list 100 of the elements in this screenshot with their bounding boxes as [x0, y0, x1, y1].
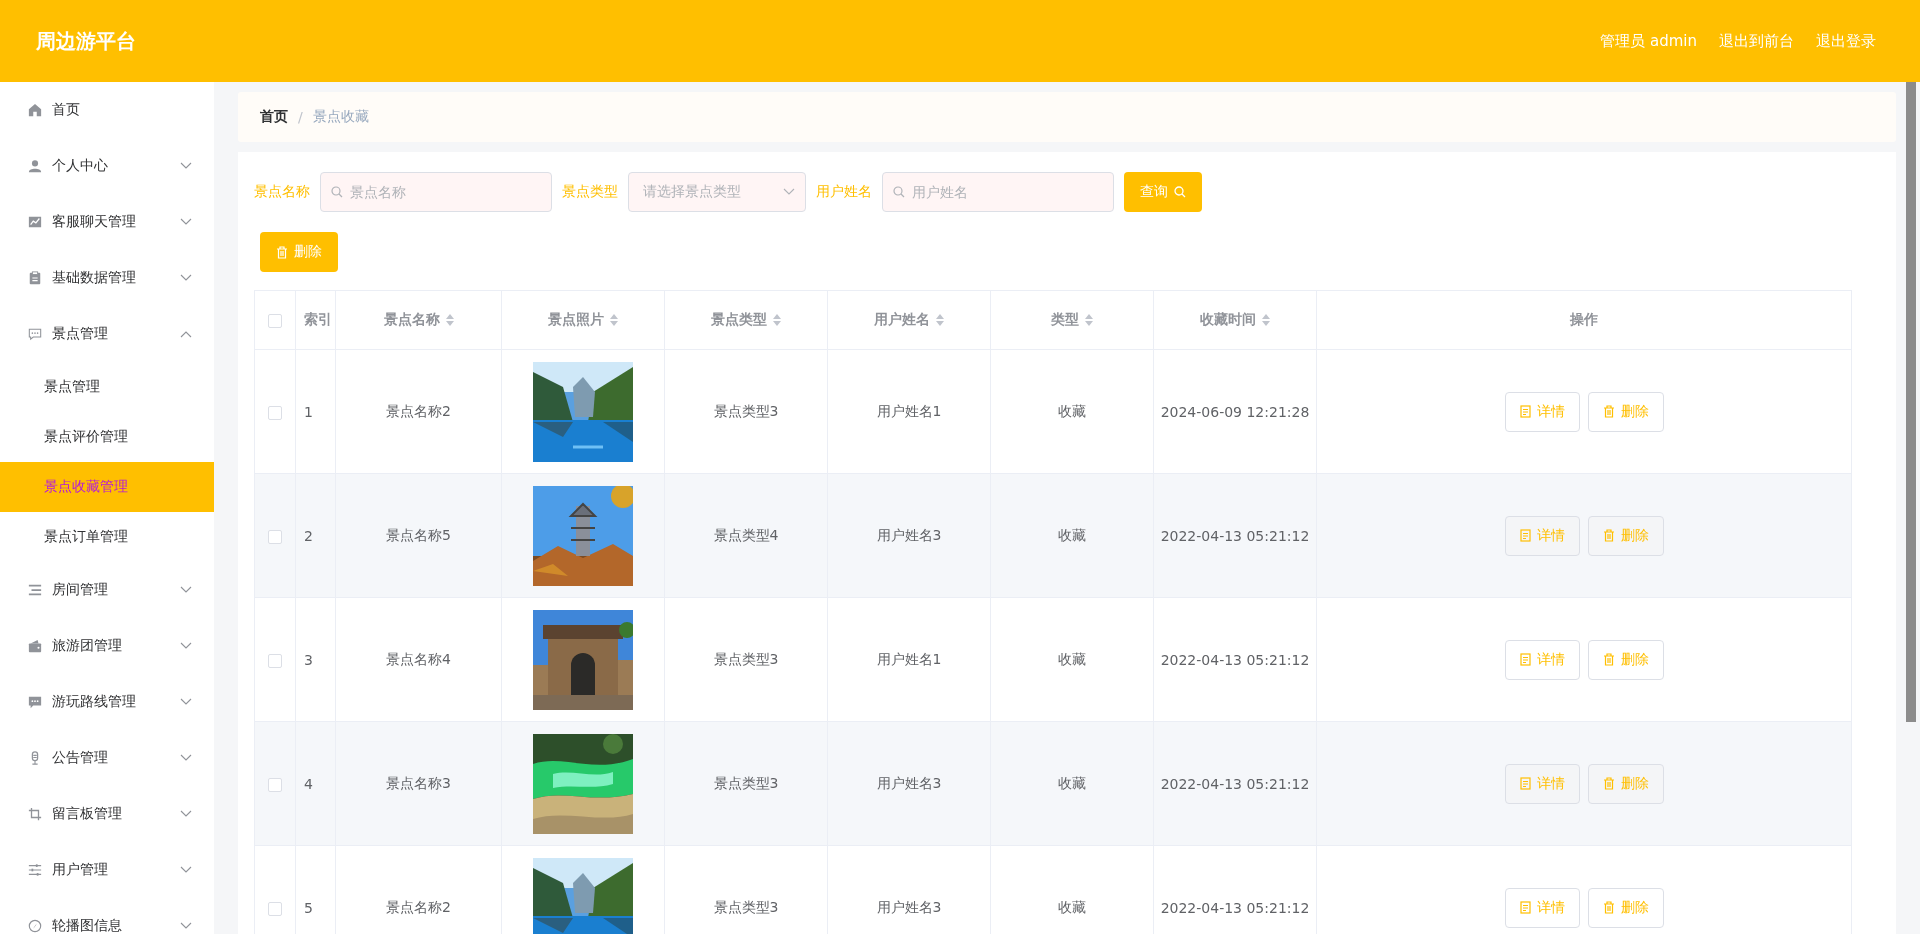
- site-title: 周边游平台: [36, 27, 136, 55]
- user-icon: [28, 159, 42, 173]
- table-cell: 收藏: [1058, 650, 1086, 667]
- chevron-icon: [180, 698, 192, 706]
- sidebar-item[interactable]: 公告管理: [0, 730, 214, 786]
- table-cell: 收藏: [1058, 402, 1086, 419]
- chevron-icon: [180, 274, 192, 282]
- table-cell: 用户姓名1: [876, 402, 942, 419]
- message-icon: [28, 695, 42, 709]
- trash-icon: [1602, 653, 1615, 666]
- sidebar-item[interactable]: 房间管理: [0, 562, 214, 618]
- chevron-icon: [180, 810, 192, 818]
- table-cell: 2022-04-13 05:21:12: [1160, 899, 1310, 916]
- filter-label: 景点名称: [254, 183, 310, 201]
- table-cell: 景点名称3: [386, 774, 451, 791]
- sidebar-item[interactable]: 旅游团管理: [0, 618, 214, 674]
- table-cell: 景点类型3: [713, 898, 779, 915]
- chevron-icon: [180, 218, 192, 226]
- sidebar-subitem[interactable]: 景点管理: [0, 362, 214, 412]
- table-cell: 收藏: [1058, 774, 1086, 791]
- table-cell: 1: [304, 403, 313, 420]
- table-cell: 4: [304, 775, 313, 792]
- column-header: 用户姓名: [874, 311, 930, 329]
- chevron-icon: [180, 586, 192, 594]
- breadcrumb-separator: /: [298, 109, 303, 125]
- sidebar-item[interactable]: 用户管理: [0, 842, 214, 898]
- chevron-icon: [180, 330, 192, 338]
- checkbox[interactable]: [268, 653, 282, 668]
- document-icon: [1519, 529, 1531, 542]
- select-field[interactable]: 请选择景点类型: [628, 172, 806, 212]
- trash-icon: [1602, 901, 1615, 914]
- chevron-icon: [180, 866, 192, 874]
- table-cell: 景点类型4: [713, 526, 779, 543]
- sidebar-item[interactable]: 基础数据管理: [0, 250, 214, 306]
- table-cell: 景点名称2: [386, 898, 451, 915]
- sidebar-subitem[interactable]: 景点收藏管理: [0, 462, 214, 512]
- sort-icon[interactable]: [1085, 314, 1093, 326]
- detail-button[interactable]: 详情: [1504, 887, 1580, 928]
- checkbox[interactable]: [268, 901, 282, 916]
- sidebar-subitem[interactable]: 景点评价管理: [0, 412, 214, 462]
- sidebar-item[interactable]: 游玩路线管理: [0, 674, 214, 730]
- sort-icon[interactable]: [610, 314, 618, 326]
- table-cell: 5: [304, 899, 313, 916]
- sort-icon[interactable]: [1262, 314, 1270, 326]
- search-icon: [1174, 186, 1186, 198]
- header-link[interactable]: 管理员 admin: [1600, 31, 1697, 51]
- checkbox[interactable]: [268, 314, 282, 328]
- table-cell: 收藏: [1058, 898, 1086, 915]
- trash-icon: [1602, 405, 1615, 418]
- sort-icon[interactable]: [773, 314, 781, 326]
- document-icon: [1519, 653, 1531, 666]
- table-cell: 景点类型3: [713, 650, 779, 667]
- sidebar-item[interactable]: 轮播图信息: [0, 898, 214, 934]
- delete-button[interactable]: 删除: [1587, 391, 1664, 432]
- sidebar-item[interactable]: 留言板管理: [0, 786, 214, 842]
- chart-icon: [28, 215, 42, 229]
- table-cell: 用户姓名3: [876, 898, 942, 915]
- chevron-icon: [180, 754, 192, 762]
- checkbox[interactable]: [268, 777, 282, 792]
- column-header: 操作: [1570, 311, 1598, 329]
- clipboard-icon: [28, 271, 42, 285]
- table-cell: 景点类型3: [713, 774, 779, 791]
- home-icon: [28, 103, 42, 117]
- header-link[interactable]: 退出登录: [1816, 31, 1876, 51]
- checkbox[interactable]: [268, 529, 282, 544]
- sort-icon[interactable]: [445, 314, 454, 326]
- list-icon: [28, 583, 42, 597]
- sidebar-item[interactable]: 首页: [0, 82, 214, 138]
- header-link[interactable]: 退出到前台: [1719, 31, 1794, 51]
- sidebar-subitem[interactable]: 景点订单管理: [0, 512, 214, 562]
- filter-label: 用户姓名: [816, 183, 872, 201]
- filter-label: 景点类型: [562, 183, 618, 201]
- chevron-icon: [783, 188, 795, 196]
- detail-button[interactable]: 详情: [1504, 639, 1580, 680]
- breadcrumb-item[interactable]: 首页: [260, 108, 288, 126]
- column-header: 类型: [1051, 311, 1079, 329]
- table-cell: 2: [304, 527, 313, 544]
- search-button[interactable]: 查询: [1124, 172, 1202, 212]
- search-field[interactable]: 用户姓名: [882, 172, 1114, 212]
- breadcrumb-item: 景点收藏: [312, 108, 369, 126]
- sidebar-item[interactable]: 个人中心: [0, 138, 214, 194]
- column-header: 索引: [304, 311, 332, 329]
- chevron-icon: [180, 922, 192, 930]
- table-cell: 景点名称4: [386, 650, 451, 667]
- delete-button[interactable]: 删除: [1587, 887, 1664, 928]
- delete-button[interactable]: 删除: [1587, 639, 1664, 680]
- trash-icon: [1602, 529, 1615, 542]
- table-cell: 景点类型3: [713, 402, 779, 419]
- table-cell: 3: [304, 651, 313, 668]
- delete-button[interactable]: 删除: [260, 232, 338, 272]
- sidebar-item[interactable]: 客服聊天管理: [0, 194, 214, 250]
- table-cell: 用户姓名3: [876, 526, 942, 543]
- checkbox[interactable]: [268, 405, 282, 420]
- scrollbar-thumb[interactable]: [1906, 82, 1916, 722]
- search-field[interactable]: 景点名称: [320, 172, 552, 212]
- table-cell: 2022-04-13 05:21:12: [1160, 775, 1310, 792]
- sort-icon[interactable]: [936, 314, 944, 326]
- table-cell: 2022-04-13 05:21:12: [1160, 651, 1310, 668]
- sidebar-item[interactable]: 景点管理: [0, 306, 214, 362]
- detail-button[interactable]: 详情: [1504, 391, 1580, 432]
